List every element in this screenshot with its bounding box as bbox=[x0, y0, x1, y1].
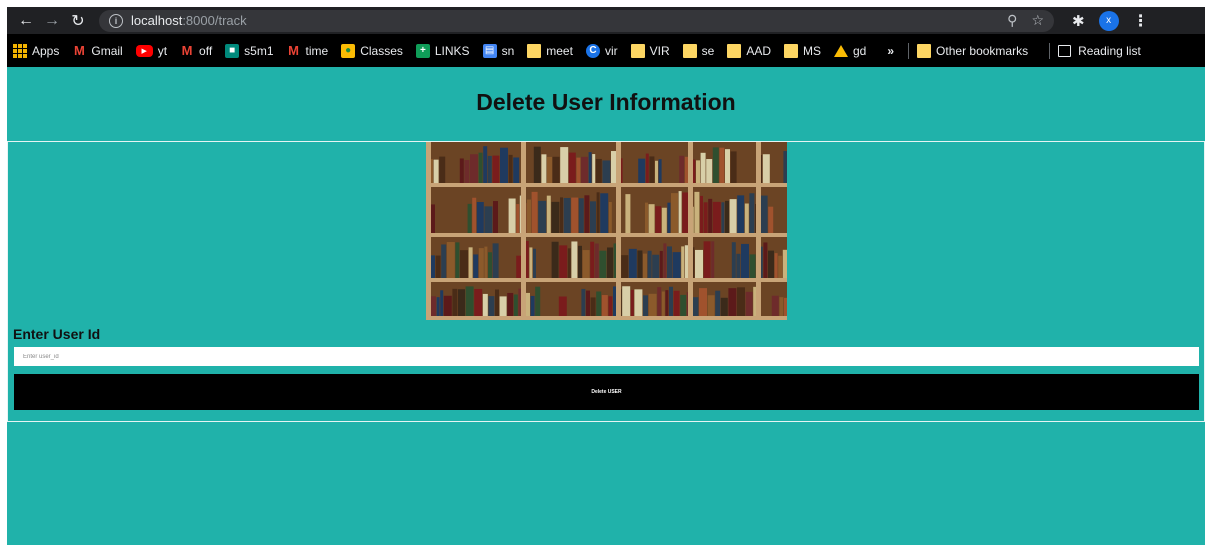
bookmark-meet[interactable]: meet bbox=[527, 43, 573, 58]
drive-icon bbox=[834, 44, 848, 57]
bookmark-label: off bbox=[199, 43, 213, 58]
avatar[interactable]: x bbox=[1098, 10, 1119, 31]
folder-icon bbox=[727, 43, 742, 58]
bookmark-se[interactable]: se bbox=[682, 43, 715, 58]
url-host: localhost bbox=[131, 13, 183, 28]
classroom-icon: ● bbox=[341, 43, 356, 58]
c-icon: C bbox=[585, 43, 600, 58]
page-title: Delete User Information bbox=[476, 89, 736, 115]
gmail-icon: M bbox=[181, 43, 193, 58]
docs-icon: ▤ bbox=[482, 43, 497, 58]
gmail-icon: M bbox=[73, 43, 85, 58]
bookmark-sn[interactable]: ▤ sn bbox=[482, 43, 515, 58]
forward-icon[interactable]: → bbox=[39, 9, 65, 33]
page-content: Delete User Information Enter User Id De… bbox=[7, 67, 1205, 545]
bookmark-label: Gmail bbox=[91, 43, 123, 58]
bookmark-label: se bbox=[701, 43, 715, 58]
bookmark-s5m1[interactable]: ■ s5m1 bbox=[225, 43, 274, 58]
reading-list-icon bbox=[1058, 44, 1072, 57]
puzzle-icon[interactable]: ✱ bbox=[1072, 12, 1085, 30]
bookmark-classes[interactable]: ● Classes bbox=[341, 43, 403, 58]
bookmarks-divider bbox=[908, 42, 910, 59]
star-icon[interactable]: ☆ bbox=[1031, 12, 1044, 29]
bookshelf-image bbox=[426, 142, 787, 320]
delete-user-form: Enter User Id Delete USER bbox=[7, 141, 1205, 422]
zoom-icon[interactable]: ⚲ bbox=[1007, 12, 1017, 29]
reading-list-button[interactable]: Reading list bbox=[1058, 44, 1141, 58]
folder-icon bbox=[682, 43, 697, 58]
bookmark-gmail[interactable]: M Gmail bbox=[72, 43, 123, 58]
bookmark-label: yt bbox=[157, 43, 168, 58]
folder-icon bbox=[527, 43, 542, 58]
bookmark-label: gd bbox=[853, 43, 867, 58]
bookmark-gd[interactable]: gd bbox=[834, 44, 866, 58]
bookmarks-overflow-button[interactable]: » bbox=[887, 44, 894, 58]
kebab-menu-icon[interactable]: ⋮ bbox=[1133, 11, 1149, 31]
bookmark-apps[interactable]: Apps bbox=[13, 43, 60, 58]
bookmark-label: meet bbox=[546, 43, 573, 58]
bookmark-vir-folder[interactable]: VIR bbox=[630, 43, 670, 58]
bookmark-label: s5m1 bbox=[244, 43, 274, 58]
bookmark-time[interactable]: M time bbox=[287, 43, 329, 58]
user-id-label: Enter User Id bbox=[13, 326, 101, 342]
bookmarks-bar: Apps M Gmail ▶ yt M off ■ s5m1 M time ● … bbox=[7, 34, 1205, 67]
bookmark-ms[interactable]: MS bbox=[784, 43, 821, 58]
reload-icon[interactable]: ↻ bbox=[65, 9, 91, 33]
bookmarks-divider bbox=[1049, 42, 1051, 59]
youtube-icon: ▶ bbox=[135, 44, 153, 57]
folder-icon bbox=[630, 43, 645, 58]
bookshelf-illustration bbox=[426, 142, 787, 320]
bookmark-label: MS bbox=[803, 43, 821, 58]
bookmark-links[interactable]: + LINKS bbox=[415, 43, 470, 58]
user-id-input[interactable] bbox=[14, 347, 1199, 366]
meet-icon: ■ bbox=[225, 43, 240, 58]
address-bar[interactable]: i localhost:8000/track ⚲ ☆ bbox=[99, 9, 1054, 32]
bookmark-label: sn bbox=[501, 43, 515, 58]
url-path: :8000/track bbox=[182, 13, 247, 28]
bookmark-label: time bbox=[305, 43, 329, 58]
delete-user-button[interactable]: Delete USER bbox=[14, 374, 1199, 410]
bookmark-aad[interactable]: AAD bbox=[727, 43, 771, 58]
gmail-icon: M bbox=[288, 43, 299, 58]
folder-icon bbox=[784, 43, 798, 58]
bookmark-label: Other bookmarks bbox=[936, 43, 1029, 58]
bookmark-label: Classes bbox=[360, 43, 403, 58]
browser-toolbar: ← → ↻ i localhost:8000/track ⚲ ☆ ✱ x ⋮ bbox=[7, 7, 1205, 34]
bookmark-other[interactable]: Other bookmarks bbox=[917, 43, 1029, 58]
bookmark-off[interactable]: M off bbox=[180, 43, 213, 58]
back-icon[interactable]: ← bbox=[13, 9, 39, 33]
info-icon[interactable]: i bbox=[109, 13, 123, 28]
browser-window: ← → ↻ i localhost:8000/track ⚲ ☆ ✱ x ⋮ A… bbox=[7, 7, 1205, 545]
bookmark-yt[interactable]: ▶ yt bbox=[135, 43, 168, 58]
reading-list-label: Reading list bbox=[1078, 43, 1141, 58]
bookmark-vir[interactable]: C vir bbox=[585, 43, 618, 58]
bookmark-label: AAD bbox=[746, 43, 771, 58]
bookmark-label: vir bbox=[604, 43, 618, 58]
bookmark-label: LINKS bbox=[434, 43, 470, 58]
folder-icon bbox=[917, 43, 932, 58]
bookmark-label: Apps bbox=[32, 43, 60, 58]
apps-grid-icon bbox=[13, 43, 27, 58]
sheets-icon: + bbox=[415, 43, 430, 58]
bookmark-label: VIR bbox=[649, 43, 670, 58]
